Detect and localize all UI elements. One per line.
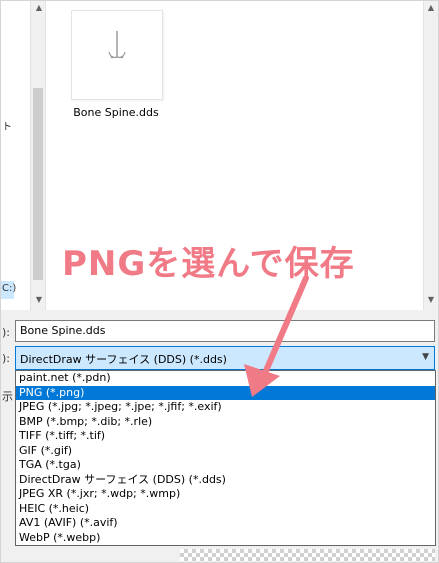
annotation-arrow-icon: [244, 275, 309, 397]
